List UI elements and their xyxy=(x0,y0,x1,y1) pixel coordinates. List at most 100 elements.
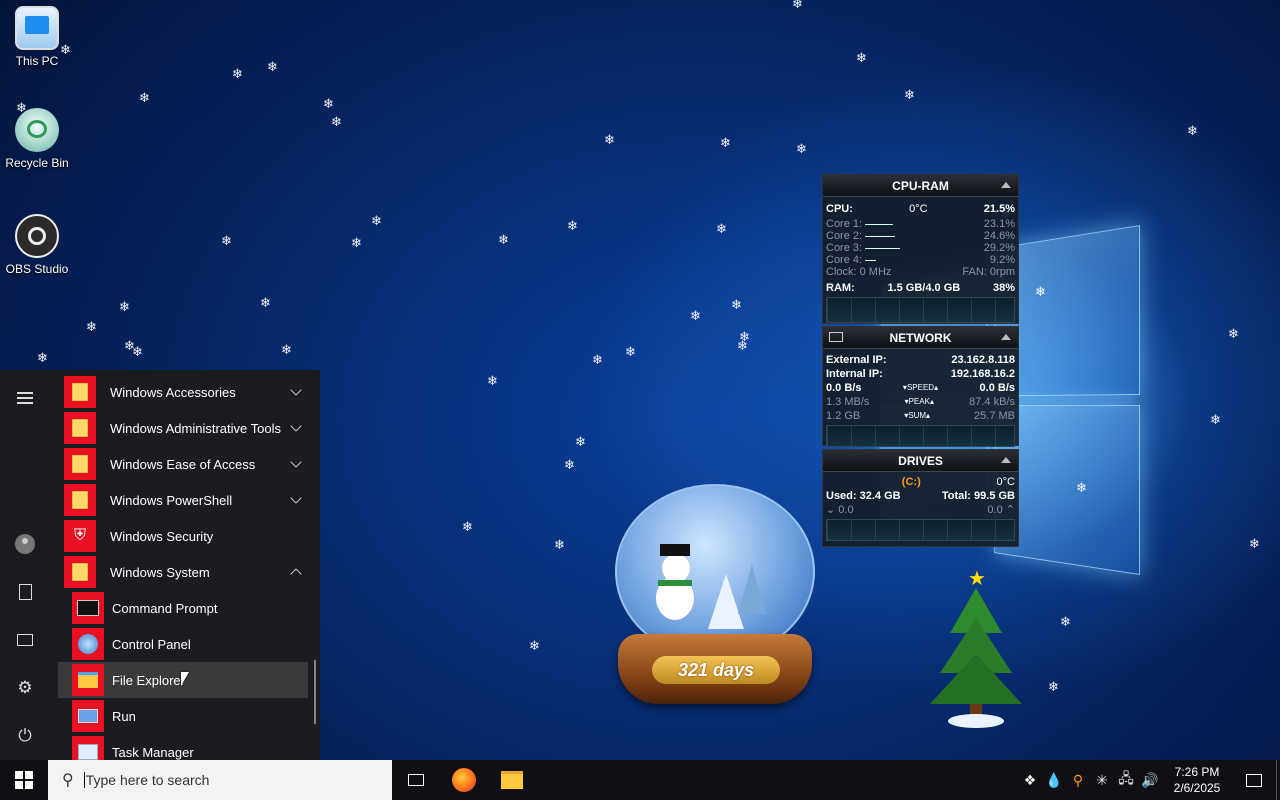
monitor-icon xyxy=(829,332,843,342)
collapse-icon[interactable] xyxy=(1001,182,1011,188)
droplet-icon[interactable]: 💧 xyxy=(1042,760,1066,800)
start-app-run[interactable]: Run xyxy=(58,698,308,734)
app-label: File Explorer xyxy=(112,672,185,688)
app-tile xyxy=(64,556,96,588)
snowflake-icon: ❄ xyxy=(119,299,130,314)
snowflake-icon: ❄ xyxy=(796,141,807,156)
snowglobe-days-label: 321 days xyxy=(652,656,780,684)
notifications-button[interactable] xyxy=(1232,760,1276,800)
snowflake-icon: ❄ xyxy=(351,235,362,250)
collapse-icon[interactable] xyxy=(1001,334,1011,340)
mouse-cursor-icon xyxy=(181,672,189,686)
app-label: Windows Administrative Tools xyxy=(110,420,281,436)
start-app-control-panel[interactable]: Control Panel xyxy=(58,626,308,662)
snowflake-icon: ❄ xyxy=(529,638,540,653)
show-desktop-button[interactable] xyxy=(1276,760,1280,800)
task-view-button[interactable] xyxy=(392,760,440,800)
snowflake-icon: ❄ xyxy=(323,96,334,111)
chevron-up-icon xyxy=(290,568,302,580)
core-label: Core 4: xyxy=(826,254,863,266)
start-app-windows-system[interactable]: Windows System xyxy=(58,554,308,590)
account-button[interactable] xyxy=(0,524,50,564)
desktop-icon-label: OBS Studio xyxy=(5,262,69,276)
start-app-windows-ease-of-access[interactable]: Windows Ease of Access xyxy=(58,446,308,482)
taskbar: ⚲ Type here to search ❖ 💧 ⚲ ✳ 🖧 🔊 7:26 P… xyxy=(0,760,1280,800)
file-explorer-taskbar-button[interactable] xyxy=(488,760,536,800)
volume-icon[interactable]: 🔊 xyxy=(1138,760,1162,800)
desktop-icon-obs-studio[interactable]: OBS Studio xyxy=(0,214,74,276)
cpu-ram-header[interactable]: CPU-RAM xyxy=(823,175,1018,197)
start-app-task-manager[interactable]: Task Manager xyxy=(58,734,308,760)
drives-header[interactable]: DRIVES xyxy=(823,450,1018,472)
network-header[interactable]: NETWORK xyxy=(823,327,1018,349)
app-list: Windows Accessories Windows Administrativ… xyxy=(58,370,320,760)
chevron-down-icon xyxy=(290,384,302,396)
snowflake-icon: ❄ xyxy=(575,434,586,449)
snowflake-icon: ❄ xyxy=(731,297,742,312)
snowflake-icon: ❄ xyxy=(331,114,342,129)
folder-icon xyxy=(72,563,88,581)
cpu-label: CPU: xyxy=(826,203,853,215)
clock-date: 2/6/2025 xyxy=(1173,781,1221,795)
chevron-down-icon xyxy=(290,420,302,432)
taskbar-search-box[interactable]: ⚲ Type here to search xyxy=(48,760,392,800)
power-button[interactable]: ⏻ xyxy=(0,716,50,756)
taskbar-clock[interactable]: 7:26 PM 2/6/2025 xyxy=(1162,764,1232,796)
network-icon[interactable]: 🖧 xyxy=(1114,760,1138,800)
settings-button[interactable]: ⚙ xyxy=(0,668,50,708)
app-label: Windows PowerShell xyxy=(110,492,233,508)
folder-icon xyxy=(501,771,523,789)
ram-pct: 38% xyxy=(992,282,1015,294)
documents-button[interactable] xyxy=(0,572,50,612)
start-app-windows-security[interactable]: ⛨ Windows Security xyxy=(58,518,308,554)
snowflake-icon: ❄ xyxy=(904,87,915,102)
folder-icon xyxy=(72,491,88,509)
snowflake-tray-icon[interactable]: ✳ xyxy=(1090,760,1114,800)
task-view-icon xyxy=(408,774,424,786)
peak-label: ▾PEAK▴ xyxy=(904,397,934,406)
start-app-windows-administrative-tools[interactable]: Windows Administrative Tools xyxy=(58,410,308,446)
cpu-clock: Clock: 0 MHz xyxy=(826,266,892,278)
firefox-taskbar-button[interactable] xyxy=(440,760,488,800)
folder-icon xyxy=(72,419,88,437)
network-graph xyxy=(826,425,1015,447)
run-icon xyxy=(78,709,98,723)
start-app-windows-powershell[interactable]: Windows PowerShell xyxy=(58,482,308,518)
start-app-command-prompt[interactable]: Command Prompt xyxy=(58,590,308,626)
internal-ip-label: Internal IP: xyxy=(826,368,883,380)
snowman-icon xyxy=(642,544,702,634)
search-icon: ⚲ xyxy=(62,772,74,789)
app-list-scrollbar[interactable] xyxy=(314,660,316,724)
snowflake-icon: ❄ xyxy=(498,232,509,247)
tray-app-icon[interactable]: ❖ xyxy=(1018,760,1042,800)
core-value: 24.6% xyxy=(983,230,1015,242)
collapse-icon[interactable] xyxy=(1001,457,1011,463)
snowflake-icon: ❄ xyxy=(792,0,803,11)
pictures-button[interactable] xyxy=(0,620,50,660)
core-label: Core 1: xyxy=(826,218,863,230)
system-tray: ❖ 💧 ⚲ ✳ 🖧 🔊 7:26 PM 2/6/2025 xyxy=(1018,760,1280,800)
shield-icon: ⛨ xyxy=(73,527,86,544)
start-button[interactable] xyxy=(0,760,48,800)
drive-write: 0.0 xyxy=(987,504,1003,516)
snowflake-icon: ❄ xyxy=(1048,679,1059,694)
app-tile xyxy=(64,448,96,480)
start-app-windows-accessories[interactable]: Windows Accessories xyxy=(58,374,308,410)
desktop-icon-recycle-bin[interactable]: Recycle Bin xyxy=(0,108,74,170)
drives-gadget: DRIVES (C:) 0°C Used: 32.4 GB Total: 99.… xyxy=(822,449,1019,547)
sum-up: 25.7 MB xyxy=(974,410,1015,422)
snowflake-icon: ❄ xyxy=(86,319,97,334)
peak-up: 87.4 kB/s xyxy=(969,396,1015,408)
command-prompt-icon xyxy=(77,600,99,616)
app-tile xyxy=(72,736,104,760)
core-value: 9.2% xyxy=(989,254,1015,266)
snowflake-icon: ❄ xyxy=(716,221,727,236)
user-icon xyxy=(15,534,35,554)
snowflake-icon: ❄ xyxy=(132,344,143,359)
key-icon[interactable]: ⚲ xyxy=(1066,760,1090,800)
app-tile xyxy=(64,412,96,444)
snow-globe: 321 days xyxy=(612,484,818,704)
start-menu: ⚙ ⏻ Windows Accessories Windows Administr… xyxy=(0,370,320,760)
menu-button[interactable] xyxy=(0,378,50,418)
desktop-icon-this-pc[interactable]: This PC xyxy=(0,6,74,68)
